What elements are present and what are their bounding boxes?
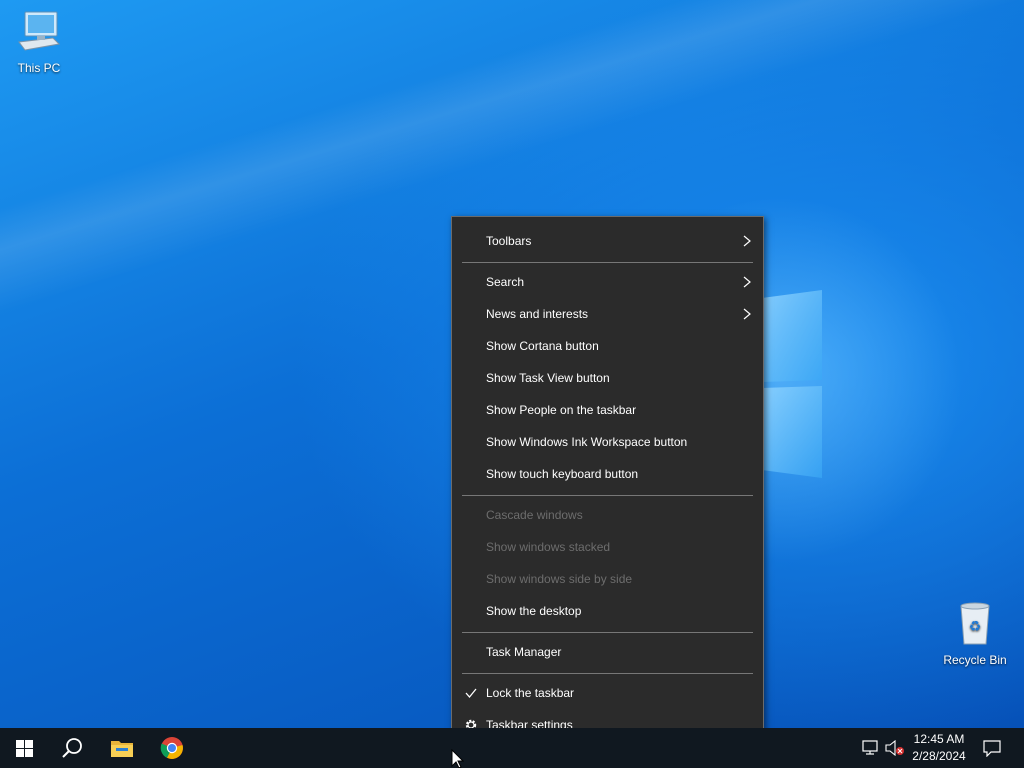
volume-tray-button[interactable] xyxy=(884,728,906,768)
taskbar-clock[interactable]: 12:45 AM 2/28/2024 xyxy=(904,731,974,765)
menu-item-label: Show the desktop xyxy=(486,604,582,618)
menu-item-news-and-interests[interactable]: News and interests xyxy=(452,299,763,329)
menu-item-label: Show windows stacked xyxy=(486,540,611,554)
menu-item-show-windows-stacked: Show windows stacked xyxy=(452,532,763,562)
menu-item-label: Cascade windows xyxy=(486,508,583,522)
chevron-right-icon xyxy=(743,235,751,247)
taskbar-context-menu: Toolbars Search News and interests Show … xyxy=(451,216,764,750)
svg-text:♻: ♻ xyxy=(969,619,982,635)
menu-item-toolbars[interactable]: Toolbars xyxy=(452,226,763,256)
search-icon xyxy=(62,738,82,758)
menu-item-label: Show Cortana button xyxy=(486,339,599,353)
start-button[interactable] xyxy=(0,728,48,768)
computer-icon xyxy=(18,11,61,51)
menu-separator xyxy=(462,632,753,633)
action-center-icon xyxy=(983,740,1001,757)
file-explorer-button[interactable] xyxy=(98,728,146,768)
menu-item-label: Show windows side by side xyxy=(486,572,633,586)
network-icon xyxy=(862,740,878,755)
menu-item-show-the-desktop[interactable]: Show the desktop xyxy=(452,596,763,626)
menu-item-show-cortana-button[interactable]: Show Cortana button xyxy=(452,331,763,361)
menu-separator xyxy=(462,495,753,496)
clock-time: 12:45 AM xyxy=(913,732,965,746)
action-center-button[interactable] xyxy=(978,728,1006,768)
file-explorer-icon xyxy=(111,741,133,757)
chrome-icon xyxy=(160,737,183,759)
menu-separator xyxy=(462,262,753,263)
menu-item-show-touch-keyboard[interactable]: Show touch keyboard button xyxy=(452,459,763,489)
recycle-bin-icon: ♻ xyxy=(960,602,990,645)
menu-item-label: Show touch keyboard button xyxy=(486,467,639,481)
start-icon xyxy=(15,739,33,757)
menu-item-show-windows-side-by-side: Show windows side by side xyxy=(452,564,763,594)
taskbar[interactable]: 12:45 AM 2/28/2024 xyxy=(0,728,1024,768)
desktop-icon-this-pc[interactable]: This PC xyxy=(4,8,74,75)
menu-item-lock-the-taskbar[interactable]: Lock the taskbar xyxy=(452,678,763,708)
chevron-right-icon xyxy=(743,276,751,288)
menu-item-label: Search xyxy=(486,275,525,289)
menu-item-show-people[interactable]: Show People on the taskbar xyxy=(452,395,763,425)
menu-separator xyxy=(462,673,753,674)
menu-item-label: Lock the taskbar xyxy=(486,686,575,700)
mouse-cursor-icon xyxy=(451,749,465,768)
chrome-button[interactable] xyxy=(148,728,196,768)
menu-item-label: Show Task View button xyxy=(486,371,610,385)
menu-item-label: Show Windows Ink Workspace button xyxy=(486,435,688,449)
search-button[interactable] xyxy=(48,728,96,768)
menu-item-search[interactable]: Search xyxy=(452,267,763,297)
desktop-icon-label: Recycle Bin xyxy=(943,653,1007,667)
menu-item-label: Toolbars xyxy=(486,234,532,248)
volume-muted-icon xyxy=(885,740,904,756)
desktop-icon-label: This PC xyxy=(17,61,61,75)
menu-item-cascade-windows: Cascade windows xyxy=(452,500,763,530)
menu-item-label: News and interests xyxy=(486,307,589,321)
clock-date: 2/28/2024 xyxy=(912,749,966,763)
menu-item-label: Show People on the taskbar xyxy=(486,403,637,417)
chevron-right-icon xyxy=(743,308,751,320)
menu-item-show-task-view-button[interactable]: Show Task View button xyxy=(452,363,763,393)
menu-item-label: Task Manager xyxy=(486,645,562,659)
network-tray-button[interactable] xyxy=(860,728,882,768)
checkmark-icon xyxy=(465,688,477,699)
menu-item-show-windows-ink[interactable]: Show Windows Ink Workspace button xyxy=(452,427,763,457)
menu-item-task-manager[interactable]: Task Manager xyxy=(452,637,763,667)
desktop-icon-recycle-bin[interactable]: ♻ Recycle Bin xyxy=(940,600,1010,667)
